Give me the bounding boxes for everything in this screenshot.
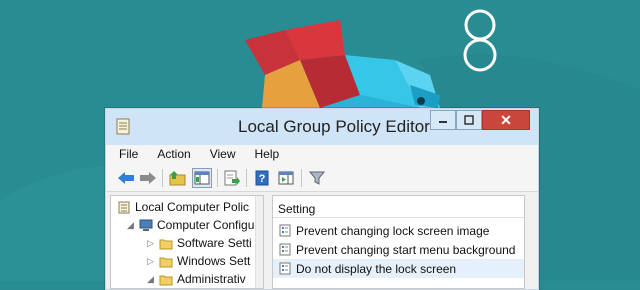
tree-pane[interactable]: Local Computer Polic ◢ Computer Configu …	[110, 195, 264, 289]
show-action-pane-button[interactable]	[276, 168, 296, 188]
tree-item-administrative-templates[interactable]: ◢ Administrativ	[147, 270, 246, 288]
close-icon: ✕	[500, 111, 512, 128]
filter-button[interactable]	[307, 168, 327, 188]
menu-file[interactable]: File	[119, 145, 138, 165]
toolbar-separator	[301, 169, 302, 187]
minimize-button[interactable]	[430, 110, 456, 130]
group-policy-window: Local Group Policy Editor ✕ File Action …	[105, 108, 539, 290]
back-icon	[118, 172, 134, 184]
expand-arrow-icon[interactable]: ▷	[147, 238, 155, 249]
tree-item-software-settings[interactable]: ▷ Software Setti	[147, 234, 252, 252]
folder-icon	[159, 257, 173, 267]
show-hide-tree-icon	[194, 171, 210, 185]
setting-icon	[279, 262, 291, 275]
toolbar-separator	[246, 169, 247, 187]
svg-text:?: ?	[259, 173, 266, 185]
minimize-icon	[439, 121, 447, 123]
menu-help[interactable]: Help	[255, 145, 280, 165]
close-button[interactable]: ✕	[482, 110, 530, 130]
menu-view[interactable]: View	[210, 145, 236, 165]
tree-item-label: Windows Sett	[177, 254, 251, 268]
export-list-icon	[224, 170, 240, 186]
setting-icon	[279, 224, 291, 237]
tree-scrollbar[interactable]	[255, 196, 263, 288]
show-action-pane-icon	[278, 171, 294, 185]
back-button[interactable]	[116, 168, 136, 188]
list-item-label: Do not display the lock screen	[296, 261, 457, 276]
menu-bar: File Action View Help	[106, 145, 538, 165]
forward-icon	[140, 172, 156, 184]
content-area: Local Computer Polic ◢ Computer Configu …	[106, 192, 538, 289]
list-item-label: Prevent changing lock screen image	[296, 223, 490, 238]
list-item-selected[interactable]: Do not display the lock screen	[273, 259, 524, 278]
title-bar[interactable]: Local Group Policy Editor ✕	[106, 109, 538, 145]
window-title: Local Group Policy Editor	[238, 117, 430, 136]
policy-editor-icon	[116, 118, 130, 135]
tree-item-label: Administrativ	[177, 272, 246, 286]
policy-icon	[118, 201, 130, 213]
tree-item-label: Computer Configu	[157, 218, 255, 232]
collapse-arrow-icon[interactable]: ◢	[147, 274, 155, 285]
column-header-setting[interactable]: Setting	[273, 196, 524, 218]
setting-icon	[279, 243, 291, 256]
export-list-button[interactable]	[222, 168, 242, 188]
maximize-icon	[464, 115, 474, 125]
maximize-button[interactable]	[456, 110, 482, 130]
folder-icon	[159, 275, 173, 285]
toolbar: ?	[106, 165, 538, 192]
toolbar-separator	[162, 169, 163, 187]
tree-item-local-computer-policy[interactable]: Local Computer Polic	[117, 198, 249, 216]
up-one-level-button[interactable]	[168, 168, 188, 188]
show-hide-tree-button[interactable]	[192, 168, 212, 188]
menu-action[interactable]: Action	[157, 145, 190, 165]
tree-item-label: Local Computer Polic	[135, 200, 250, 214]
computer-icon	[139, 219, 153, 231]
expand-arrow-icon[interactable]: ▷	[147, 256, 155, 267]
filter-icon	[309, 171, 325, 185]
list-item[interactable]: Prevent changing start menu background	[273, 240, 524, 259]
up-folder-icon	[169, 171, 186, 186]
toolbar-separator	[217, 169, 218, 187]
help-button[interactable]: ?	[252, 168, 272, 188]
collapse-arrow-icon[interactable]: ◢	[127, 220, 135, 231]
forward-button[interactable]	[138, 168, 158, 188]
tree-item-windows-settings[interactable]: ▷ Windows Sett	[147, 252, 250, 270]
settings-list-pane[interactable]: Setting Prevent changing lock screen ima…	[272, 195, 525, 289]
list-item-label: Prevent changing start menu background	[296, 242, 516, 257]
tree-item-computer-configuration[interactable]: ◢ Computer Configu	[127, 216, 254, 234]
folder-icon	[159, 239, 173, 249]
help-icon: ?	[255, 170, 269, 186]
list-item[interactable]: Prevent changing lock screen image	[273, 221, 524, 240]
tree-item-label: Software Setti	[177, 236, 252, 250]
